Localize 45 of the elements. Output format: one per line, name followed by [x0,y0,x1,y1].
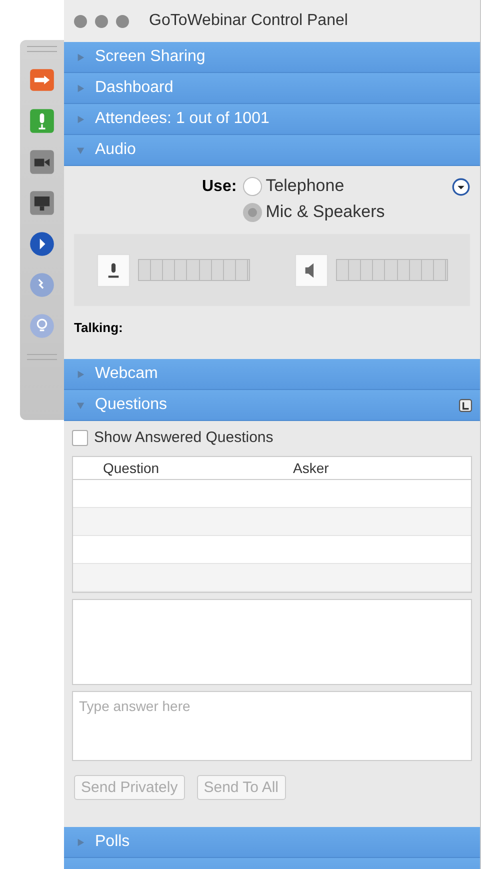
show-answered-checkbox[interactable]: Show Answered Questions [72,429,472,446]
column-header[interactable]: Question [73,460,293,476]
radio-button[interactable] [242,176,262,196]
disclosure-icon[interactable] [76,146,85,154]
section-title: Webcam [95,365,159,383]
dropdown-icon[interactable] [452,178,470,196]
disclosure-icon[interactable] [76,370,85,378]
section-title: Dashboard [95,79,174,97]
disclosure-icon[interactable] [76,84,85,92]
answer-field[interactable]: Type answer here [72,691,472,761]
camera-icon[interactable] [29,149,55,175]
radio-button[interactable] [242,202,262,222]
section-title: Questions [95,396,168,414]
window-title: GoToWebinar Control Panel [149,12,348,30]
section-title: Audio [95,141,137,159]
section-header[interactable]: Dashboard [64,73,480,104]
disclosure-icon[interactable] [76,400,85,410]
audio-option[interactable]: Telephone [242,176,385,196]
audio-option[interactable]: Mic & Speakers [242,202,385,222]
use-label: Use: [202,178,237,196]
lightbulb-icon[interactable] [29,313,55,339]
monitor-icon[interactable] [29,190,55,216]
column-header[interactable]: Asker [293,460,329,476]
section-header[interactable]: Screen Sharing [64,42,480,73]
phone-icon[interactable] [29,272,55,298]
popout-icon[interactable] [459,398,472,412]
section-header[interactable]: Polls [64,827,480,858]
section-header[interactable]: Webcam [64,359,480,390]
window-control-icon[interactable] [74,14,87,28]
section-header[interactable]: Attendees: 1 out of 1001 [64,104,480,135]
section-title: Polls [95,833,131,851]
section-header[interactable]: Audio [64,135,480,166]
talking-label: Talking: [74,320,124,335]
screen-share-icon[interactable] [29,67,55,93]
microphone-icon[interactable] [96,254,130,286]
window-control-icon[interactable] [116,14,129,28]
disclosure-icon[interactable] [76,838,85,846]
window-control-icon[interactable] [95,14,108,28]
section-title: Attendees: 1 out of 1001 [95,110,270,128]
play-icon[interactable] [29,231,55,257]
disclosure-icon[interactable] [76,114,85,124]
section-title: Screen Sharing [95,48,206,66]
disclosure-icon[interactable] [76,52,85,62]
speaker-icon[interactable] [294,254,328,286]
section-header[interactable]: Questions [64,390,480,421]
